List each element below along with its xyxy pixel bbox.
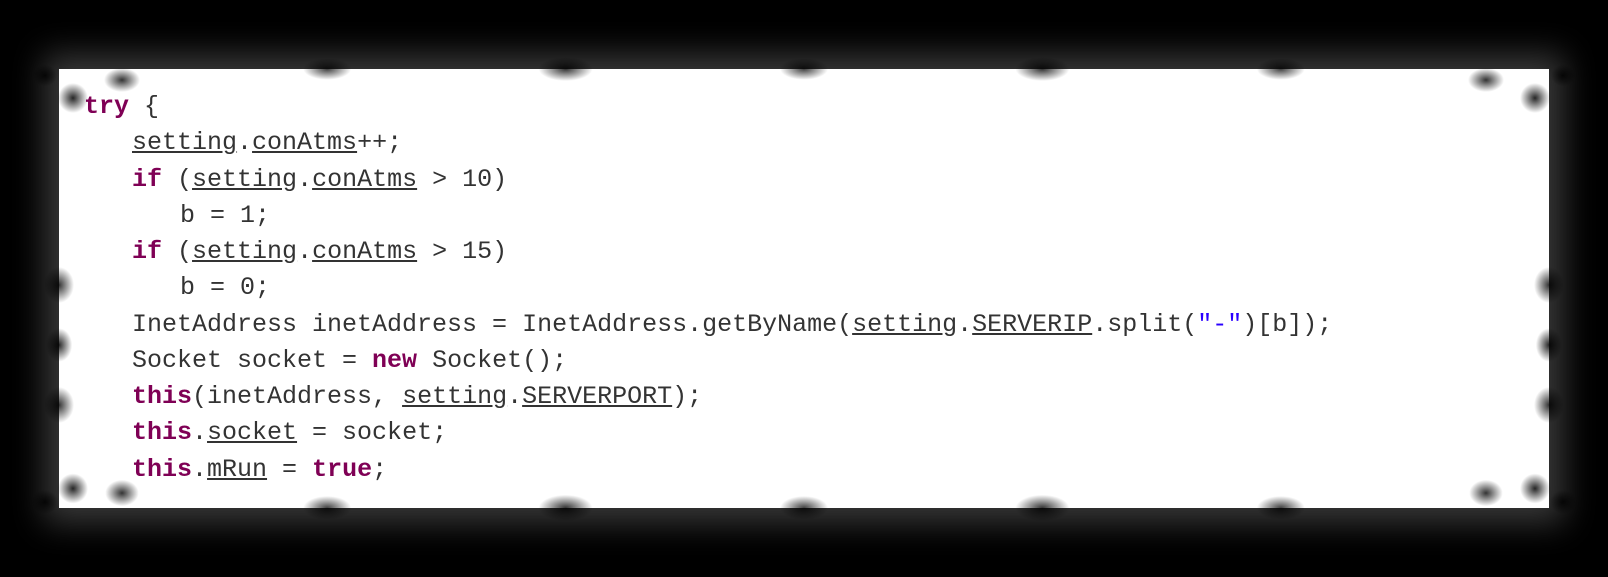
- code-text: (inetAddress,: [192, 382, 402, 411]
- code-text: > 15): [417, 237, 507, 266]
- code-line-11: this.mRun = true;: [84, 452, 1524, 488]
- code-text: (: [162, 165, 192, 194]
- identifier-conatms: conAtms: [312, 237, 417, 266]
- identifier-setting: setting: [192, 165, 297, 194]
- code-line-3: if (setting.conAtms > 10): [84, 162, 1524, 198]
- identifier-serverport: SERVERPORT: [522, 382, 672, 411]
- keyword-this: this: [132, 455, 192, 484]
- identifier-setting: setting: [132, 128, 237, 157]
- keyword-try: try: [84, 92, 129, 121]
- code-line-4: b = 1;: [84, 198, 1524, 234]
- code-text: .: [297, 165, 312, 194]
- code-text: .: [297, 237, 312, 266]
- identifier-setting: setting: [402, 382, 507, 411]
- code-text: .: [957, 310, 972, 339]
- code-line-9: this(inetAddress, setting.SERVERPORT);: [84, 379, 1524, 415]
- code-text: b = 0;: [180, 273, 270, 302]
- code-text: .: [192, 455, 207, 484]
- code-text: ++;: [357, 128, 402, 157]
- identifier-socket: socket: [207, 418, 297, 447]
- code-text: Socket socket =: [132, 346, 372, 375]
- code-text: =: [267, 455, 312, 484]
- code-text: .split(: [1092, 310, 1197, 339]
- code-line-6: b = 0;: [84, 270, 1524, 306]
- code-line-7: InetAddress inetAddress = InetAddress.ge…: [84, 307, 1524, 343]
- identifier-setting: setting: [852, 310, 957, 339]
- code-text: > 10): [417, 165, 507, 194]
- code-text: .: [507, 382, 522, 411]
- keyword-if: if: [132, 237, 162, 266]
- keyword-this: this: [132, 382, 192, 411]
- code-text: b = 1;: [180, 201, 270, 230]
- code-text: ;: [372, 455, 387, 484]
- code-text: .: [192, 418, 207, 447]
- identifier-serverip: SERVERIP: [972, 310, 1092, 339]
- identifier-setting: setting: [192, 237, 297, 266]
- identifier-conatms: conAtms: [312, 165, 417, 194]
- code-line-1: try {: [84, 89, 1524, 125]
- code-text: .: [237, 128, 252, 157]
- code-line-8: Socket socket = new Socket();: [84, 343, 1524, 379]
- identifier-mrun: mRun: [207, 455, 267, 484]
- code-text: = socket;: [297, 418, 447, 447]
- code-text: InetAddress inetAddress = InetAddress.ge…: [132, 310, 852, 339]
- keyword-if: if: [132, 165, 162, 194]
- code-line-10: this.socket = socket;: [84, 415, 1524, 451]
- keyword-this: this: [132, 418, 192, 447]
- keyword-new: new: [372, 346, 417, 375]
- code-line-5: if (setting.conAtms > 15): [84, 234, 1524, 270]
- identifier-conatms: conAtms: [252, 128, 357, 157]
- code-text: )[b]);: [1242, 310, 1332, 339]
- string-literal: "-": [1197, 310, 1242, 339]
- code-text: (: [162, 237, 192, 266]
- code-line-2: setting.conAtms++;: [84, 125, 1524, 161]
- code-text: Socket();: [417, 346, 567, 375]
- code-text: );: [672, 382, 702, 411]
- code-text: {: [129, 92, 159, 121]
- keyword-true: true: [312, 455, 372, 484]
- code-snippet-panel: try { setting.conAtms++; if (setting.con…: [59, 69, 1549, 508]
